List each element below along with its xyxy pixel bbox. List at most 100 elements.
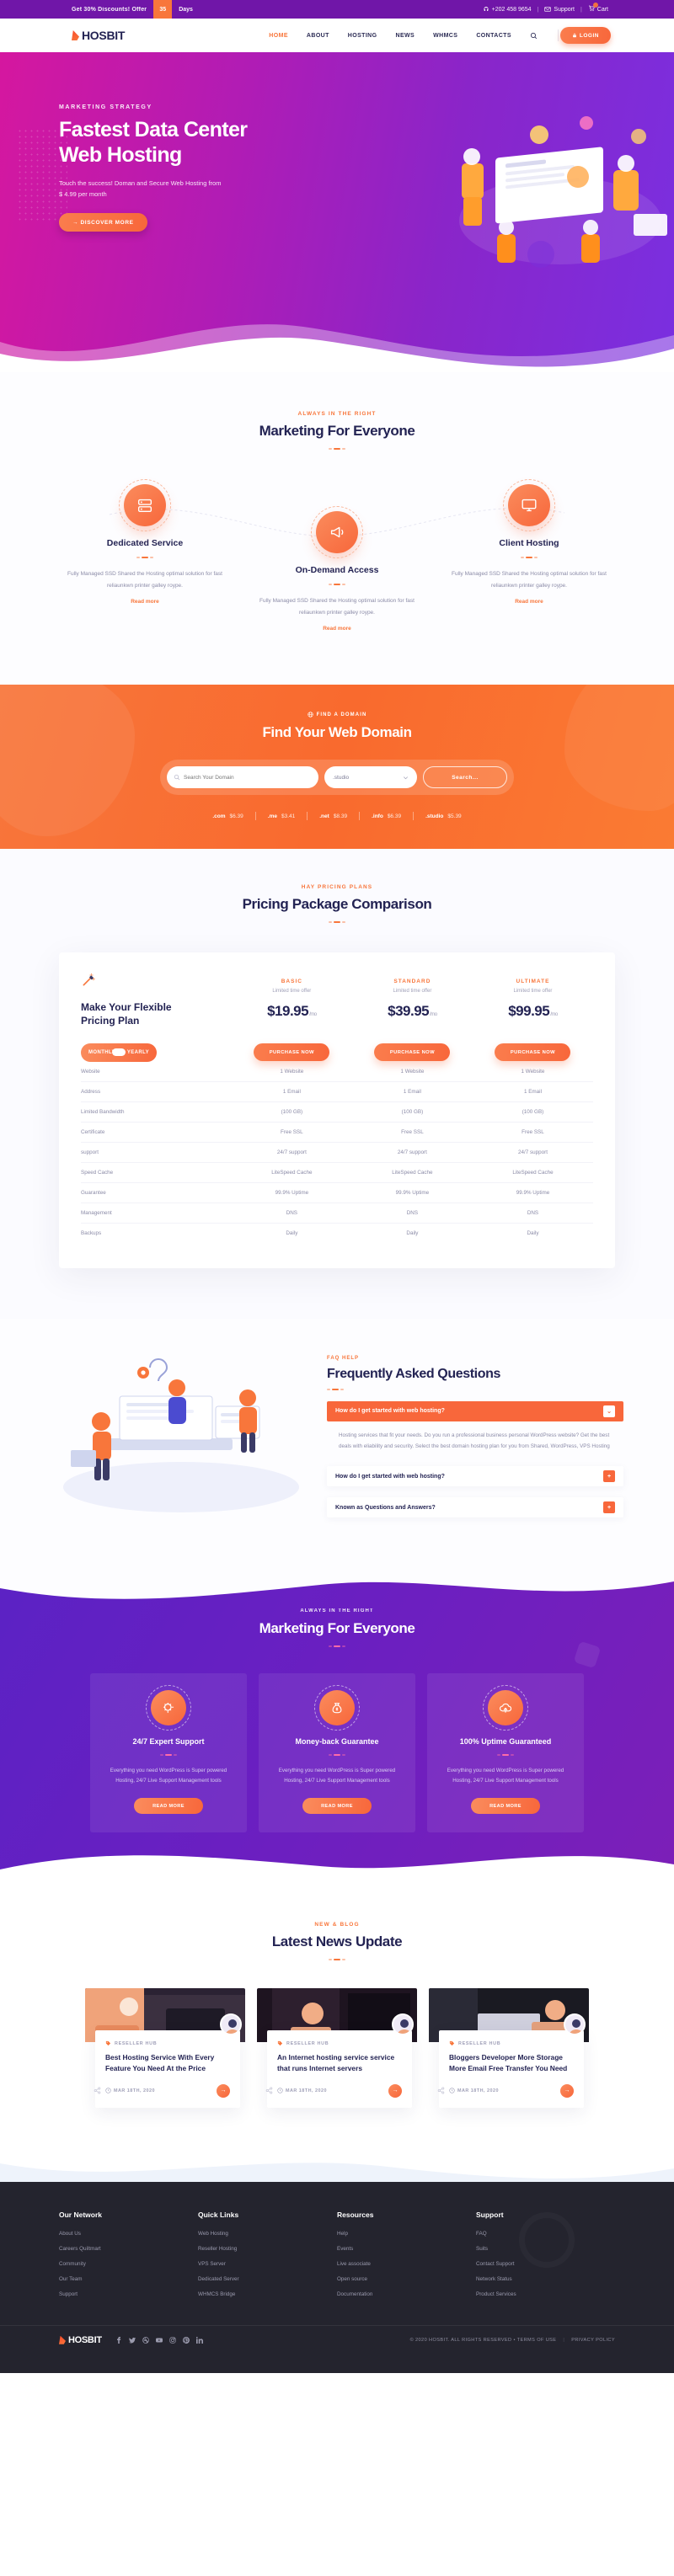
faq-toggle-1-icon[interactable]: ⌄ [603,1405,615,1417]
footer-logo[interactable]: HOSBIT [59,2335,102,2345]
footer-link-about-us[interactable]: About Us [59,2231,198,2237]
news-card-3[interactable]: RESELLER HUB Bloggers Developer More Sto… [429,1988,589,2108]
footer-link-live-associate[interactable]: Live associate [337,2261,476,2267]
feature-ultimate-management: DNS [527,1209,539,1216]
faq-question-3[interactable]: Known as Questions and Answers? + [327,1497,623,1518]
cart-link[interactable]: Cart [588,3,608,13]
hero-discover-more-button[interactable]: → DISCOVER MORE [59,213,147,232]
tld-item-studio[interactable]: .studio $5.39 [425,813,462,819]
facebook-icon[interactable] [115,2336,123,2344]
faq-question-2[interactable]: How do I get started with web hosting? + [327,1466,623,1487]
domain-tld-select[interactable]: .studio [324,766,417,789]
youtube-icon[interactable] [156,2336,163,2344]
news-card-3-category-row[interactable]: RESELLER HUB [449,2040,574,2046]
share-icon[interactable] [265,2087,273,2094]
tld-item-net[interactable]: .net $8.39 [319,813,347,819]
billing-toggle-knob[interactable] [112,1048,126,1057]
footer-link-documentation[interactable]: Documentation [337,2291,476,2297]
faq-title: Frequently Asked Questions [327,1366,500,1381]
phone-link[interactable]: +202 458 9654 [483,6,532,13]
news-card-2[interactable]: RESELLER HUB An Internet hosting service… [257,1988,417,2108]
footer-link-open-source[interactable]: Open source [337,2276,476,2282]
faq-toggle-2-icon[interactable]: + [603,1470,615,1483]
faq-toggle-3-icon[interactable]: + [603,1501,615,1514]
footer-privacy-policy-link[interactable]: PRIVACY POLICY [571,2338,615,2343]
nav-item-hosting[interactable]: HOSTING [348,33,377,39]
instagram-icon[interactable] [169,2336,177,2344]
feature-card-uptime-button[interactable]: READ MORE [471,1798,540,1815]
news-card-3-arrow-button[interactable]: → [560,2083,574,2098]
dedicated-service-read-more[interactable]: Read more [131,599,159,605]
nav-item-news[interactable]: NEWS [396,33,415,39]
plan-price-basic-per: /mo [309,1012,317,1018]
purchase-button-standard[interactable]: PURCHASE NOW [374,1043,451,1062]
feature-card-support-button[interactable]: READ MORE [134,1798,203,1815]
news-card-1-category-row[interactable]: RESELLER HUB [105,2040,230,2046]
pricing-left-header: Make Your Flexible Pricing Plan [81,971,232,1027]
purchase-button-ultimate[interactable]: PURCHASE NOW [495,1043,571,1062]
footer-link-dedicated-server[interactable]: Dedicated Server [198,2276,337,2282]
pinterest-icon[interactable] [183,2336,190,2344]
purchase-button-basic[interactable]: PURCHASE NOW [254,1043,330,1062]
feature-card-moneyback[interactable]: Money-back Guarantee Everything you need… [259,1672,415,1833]
footer-link-vps-server[interactable]: VPS Server [198,2261,337,2267]
footer-link-web-hosting[interactable]: Web Hosting [198,2231,337,2237]
share-icon[interactable] [437,2087,445,2094]
feature-basic-speed-cache: LiteSpeed Cache [271,1169,313,1176]
hero-eyebrow: MARKETING STRATEGY [59,104,152,110]
tld-item-info[interactable]: .info $6.39 [372,813,401,819]
nav-item-whmcs[interactable]: WHMCS [433,33,457,39]
feature-card-uptime[interactable]: 100% Uptime Guaranteed Everything you ne… [427,1672,584,1833]
domain-search-input[interactable] [167,766,318,789]
feature-card-moneyback-button[interactable]: READ MORE [302,1798,372,1815]
nav-item-about[interactable]: ABOUT [307,33,329,39]
service-card-ondemand[interactable]: On-Demand Access Fully Managed SSD Share… [253,506,421,634]
twitter-icon[interactable] [129,2336,136,2344]
domain-search-button[interactable]: Search... [423,766,507,789]
feature-card-support[interactable]: 24/7 Expert Support Everything you need … [90,1672,247,1833]
client-hosting-read-more[interactable]: Read more [515,599,543,605]
news-card-1-arrow-button[interactable]: → [217,2083,230,2098]
avatar-icon [565,2015,584,2035]
linkedin-icon[interactable] [196,2336,204,2344]
faq-content: FAQ HELP Frequently Asked Questions How … [327,1344,623,1518]
footer-link-community[interactable]: Community [59,2261,198,2267]
nav-item-home[interactable]: HOME [269,33,288,39]
news-card-2-arrow-button[interactable]: → [388,2083,402,2098]
dribbble-icon[interactable] [142,2336,150,2344]
tld-item-com[interactable]: .com $6.39 [212,813,243,819]
footer-link-careers[interactable]: Careers Quiltmart [59,2246,198,2252]
news-card-3-title[interactable]: Bloggers Developer More Storage More Ema… [449,2052,574,2073]
footer-link-our-team[interactable]: Our Team [59,2276,198,2282]
nav-item-contacts[interactable]: CONTACTS [476,33,511,39]
site-logo[interactable]: HOSBIT [72,29,125,42]
ondemand-access-icon [311,506,363,558]
dedicated-service-icon [119,479,171,531]
faq-question-1[interactable]: How do I get started with web hosting? ⌄ [327,1400,623,1421]
feature-label-support: support [81,1149,99,1155]
tld-item-me[interactable]: .me $3.41 [268,813,295,819]
footer-link-faq[interactable]: FAQ [476,2231,615,2237]
footer-link-contact-support[interactable]: Contact Support [476,2261,615,2267]
service-card-dedicated[interactable]: Dedicated Service Fully Managed SSD Shar… [61,479,229,634]
news-card-1-title[interactable]: Best Hosting Service With Every Feature … [105,2052,230,2073]
ondemand-access-read-more[interactable]: Read more [323,626,351,632]
footer-link-help[interactable]: Help [337,2231,476,2237]
share-icon[interactable] [94,2087,101,2094]
footer-link-events[interactable]: Events [337,2246,476,2252]
footer-link-suits[interactable]: Suits [476,2246,615,2252]
footer-link-product-services[interactable]: Product Services [476,2291,615,2297]
billing-period-toggle[interactable]: MONTHLY YEARLY [81,1043,157,1062]
footer-link-support[interactable]: Support [59,2291,198,2297]
search-icon[interactable] [530,32,538,40]
support-link[interactable]: Support [544,6,575,13]
news-card-1[interactable]: RESELLER HUB Best Hosting Service With E… [85,1988,245,2108]
hero-bottom-wave [0,324,674,372]
news-card-2-title[interactable]: An Internet hosting service service that… [277,2052,402,2073]
footer-link-whmcs-bridge[interactable]: WHMCS Bridge [198,2291,337,2297]
footer-link-network-status[interactable]: Network Status [476,2276,615,2282]
news-card-2-category-row[interactable]: RESELLER HUB [277,2040,402,2046]
login-button[interactable]: LOGIN [559,27,611,44]
footer-link-reseller-hosting[interactable]: Reseller Hosting [198,2246,337,2252]
service-card-client-hosting[interactable]: Client Hosting Fully Managed SSD Shared … [445,479,613,634]
